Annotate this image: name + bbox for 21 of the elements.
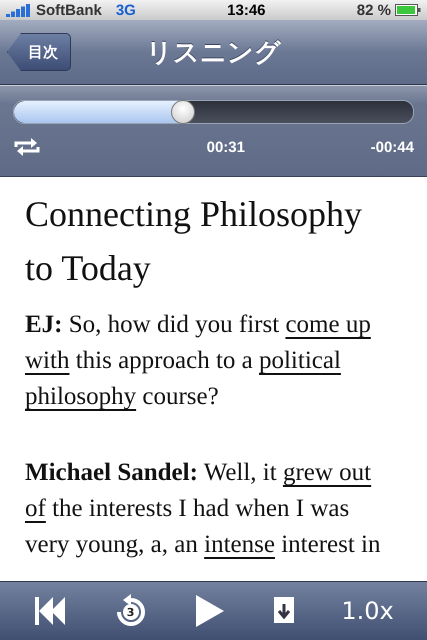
- back-button[interactable]: 目次: [7, 33, 71, 71]
- dialogue-paragraph: Michael Sandel: Well, it grew out of the interests I had when I was very young, a, an intense interest in: [25, 458, 382, 560]
- speed-button[interactable]: 1.0x: [341, 597, 394, 625]
- elapsed-time: 00:31: [206, 138, 245, 156]
- clock: 13:46: [227, 2, 266, 18]
- battery-percentage: 82 %: [356, 2, 391, 18]
- slider-thumb[interactable]: [170, 100, 195, 124]
- signal-icon: [6, 4, 32, 16]
- repeat-icon[interactable]: [13, 136, 41, 158]
- download-button[interactable]: [272, 596, 295, 626]
- network-type: 3G: [116, 2, 136, 18]
- battery-icon: [395, 4, 421, 16]
- play-button[interactable]: [194, 593, 226, 629]
- carrier-name: SoftBank: [36, 2, 102, 18]
- rewind-button[interactable]: 3: [114, 594, 148, 628]
- skip-back-button[interactable]: [33, 595, 68, 627]
- screen-title: リスニング: [146, 36, 281, 70]
- article-title: Connecting Philosophy to Today: [25, 193, 364, 290]
- remaining-time: -00:44: [370, 138, 414, 156]
- dialogue-paragraph: EJ: So, how did you first come up with this approach to a political philosophy course?: [25, 310, 372, 412]
- progress-slider[interactable]: [13, 100, 414, 124]
